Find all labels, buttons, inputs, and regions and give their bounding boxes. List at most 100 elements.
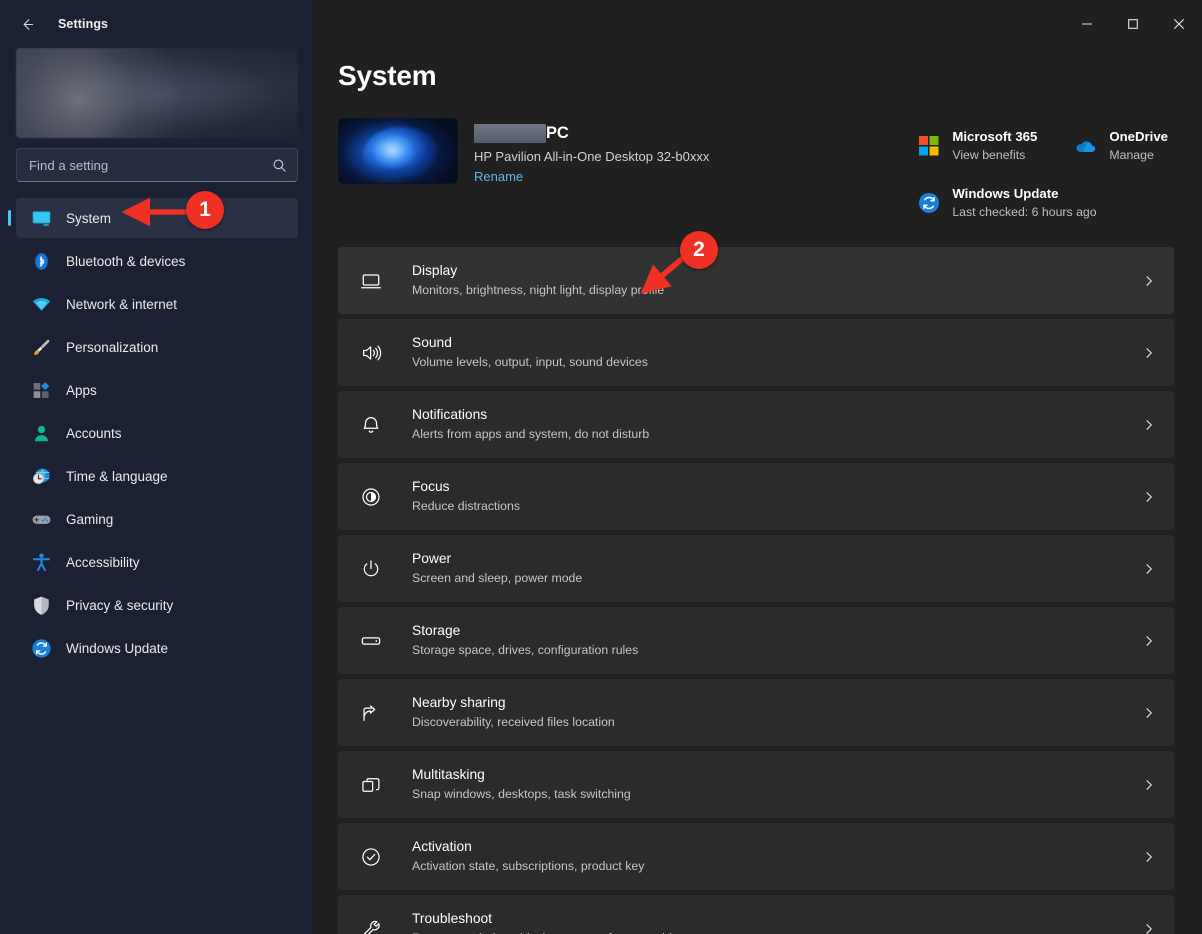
search-container <box>0 138 314 182</box>
microsoft-logo-icon <box>918 135 940 157</box>
sidebar-item-label: Privacy & security <box>66 598 173 613</box>
settings-row-subtitle: Reduce distractions <box>412 499 1132 515</box>
person-icon <box>30 422 52 444</box>
chevron-right-icon <box>1132 274 1156 288</box>
settings-row-activation[interactable]: Activation Activation state, subscription… <box>338 823 1174 890</box>
device-wallpaper-thumbnail <box>338 118 458 184</box>
onedrive-card[interactable]: OneDrive Manage <box>1069 126 1174 167</box>
device-name-suffix: PC <box>546 124 569 143</box>
sidebar-item-personalization[interactable]: Personalization <box>16 327 298 367</box>
shield-icon <box>30 594 52 616</box>
maximize-button[interactable] <box>1110 0 1156 48</box>
settings-row-title: Power <box>412 550 1132 568</box>
search-input[interactable] <box>29 158 272 173</box>
settings-row-title: Troubleshoot <box>412 910 1132 928</box>
sidebar-item-windows-update[interactable]: Windows Update <box>16 628 298 668</box>
close-icon <box>1173 18 1185 30</box>
onedrive-icon <box>1075 135 1097 157</box>
content-area: System PC HP Pavilion All-in-One Desktop… <box>314 48 1202 934</box>
microsoft-365-card[interactable]: Microsoft 365 View benefits <box>912 126 1043 167</box>
sidebar-item-label: Apps <box>66 383 97 398</box>
annotation-marker-1: 1 <box>186 191 224 229</box>
sidebar-item-accessibility[interactable]: Accessibility <box>16 542 298 582</box>
settings-row-subtitle: Volume levels, output, input, sound devi… <box>412 355 1132 371</box>
back-button[interactable] <box>10 9 44 39</box>
accessibility-icon <box>30 551 52 573</box>
power-icon <box>354 558 388 580</box>
settings-window: Settings <box>0 0 1202 934</box>
sidebar-item-label: Accounts <box>66 426 122 441</box>
monitor-icon <box>30 207 52 229</box>
settings-row-nearby-sharing[interactable]: Nearby sharingDiscoverability, received … <box>338 679 1174 746</box>
device-name-redaction <box>474 124 546 143</box>
sidebar-item-time-language[interactable]: Time & language <box>16 456 298 496</box>
settings-row-troubleshoot[interactable]: TroubleshootRecommended troubleshooters,… <box>338 895 1174 934</box>
chevron-right-icon <box>1132 346 1156 360</box>
title-bar: Settings <box>0 0 1202 48</box>
info-cards-row-2: Windows Update Last checked: 6 hours ago <box>912 183 1174 224</box>
title-bar-left: Settings <box>0 0 314 48</box>
settings-row-title: Display <box>412 262 1132 280</box>
bell-icon <box>354 414 388 436</box>
sidebar: System Bluetooth & devices Network & inter… <box>0 48 314 934</box>
microsoft-365-title: Microsoft 365 <box>952 129 1037 146</box>
search-icon <box>272 158 287 173</box>
window-body: System Bluetooth & devices Network & inter… <box>0 48 1202 934</box>
settings-list: DisplayMonitors, brightness, night light… <box>338 247 1174 934</box>
gamepad-icon <box>30 508 52 530</box>
settings-row-sound[interactable]: SoundVolume levels, output, input, sound… <box>338 319 1174 386</box>
sidebar-item-accounts[interactable]: Accounts <box>16 413 298 453</box>
settings-row-multitasking[interactable]: MultitaskingSnap windows, desktops, task… <box>338 751 1174 818</box>
back-arrow-icon <box>19 16 36 33</box>
update-icon <box>918 192 940 214</box>
minimize-button[interactable] <box>1064 0 1110 48</box>
settings-row-subtitle: Storage space, drives, configuration rul… <box>412 643 1132 659</box>
settings-row-subtitle: Screen and sleep, power mode <box>412 571 1132 587</box>
settings-row-subtitle: Alerts from apps and system, do not dist… <box>412 427 1132 443</box>
check-circle-icon <box>354 846 388 868</box>
settings-row-subtitle: Activation state, subscriptions, product… <box>412 859 1132 875</box>
minimize-icon <box>1081 18 1093 30</box>
device-name-row: PC <box>474 122 709 144</box>
windows-update-card[interactable]: Windows Update Last checked: 6 hours ago <box>912 183 1102 224</box>
wifi-icon <box>30 293 52 315</box>
settings-row-power[interactable]: Power Screen and sleep, power mode <box>338 535 1174 602</box>
bluetooth-icon <box>30 250 52 272</box>
device-summary: PC HP Pavilion All-in-One Desktop 32-b0x… <box>338 118 1174 223</box>
sidebar-item-bluetooth-devices[interactable]: Bluetooth & devices <box>16 241 298 281</box>
update-icon <box>30 637 52 659</box>
settings-row-title: Storage <box>412 622 1132 640</box>
window-title: Settings <box>58 17 108 31</box>
sidebar-item-label: Network & internet <box>66 297 177 312</box>
settings-row-title: Notifications <box>412 406 1132 424</box>
speaker-icon <box>354 342 388 364</box>
sidebar-item-system[interactable]: System <box>16 198 298 238</box>
settings-row-title: Focus <box>412 478 1132 496</box>
sidebar-item-gaming[interactable]: Gaming <box>16 499 298 539</box>
multitasking-icon <box>354 774 388 796</box>
page-title: System <box>338 60 1174 92</box>
storage-icon <box>354 630 388 652</box>
search-box[interactable] <box>16 148 298 182</box>
device-model: HP Pavilion All-in-One Desktop 32-b0xxx <box>474 149 709 164</box>
settings-row-title: Activation <box>412 838 1132 856</box>
sidebar-item-label: Gaming <box>66 512 113 527</box>
settings-row-title: Multitasking <box>412 766 1132 784</box>
rename-link[interactable]: Rename <box>474 169 523 184</box>
sidebar-item-label: System <box>66 211 111 226</box>
annotation-marker-2: 2 <box>680 231 718 269</box>
settings-row-storage[interactable]: Storage Storage space, drives, configurat… <box>338 607 1174 674</box>
sidebar-item-label: Personalization <box>66 340 158 355</box>
account-header-redacted[interactable] <box>16 48 298 138</box>
sidebar-item-network-internet[interactable]: Network & internet <box>16 284 298 324</box>
settings-row-focus[interactable]: Focus Reduce distractions <box>338 463 1174 530</box>
chevron-right-icon <box>1132 922 1156 934</box>
chevron-right-icon <box>1132 562 1156 576</box>
close-button[interactable] <box>1156 0 1202 48</box>
sidebar-item-apps[interactable]: Apps <box>16 370 298 410</box>
onedrive-title: OneDrive <box>1109 129 1168 146</box>
settings-row-notifications[interactable]: Notifications Alerts from apps and system… <box>338 391 1174 458</box>
settings-row-display[interactable]: DisplayMonitors, brightness, night light… <box>338 247 1174 314</box>
sidebar-item-privacy-security[interactable]: Privacy & security <box>16 585 298 625</box>
settings-row-title: Nearby sharing <box>412 694 1132 712</box>
